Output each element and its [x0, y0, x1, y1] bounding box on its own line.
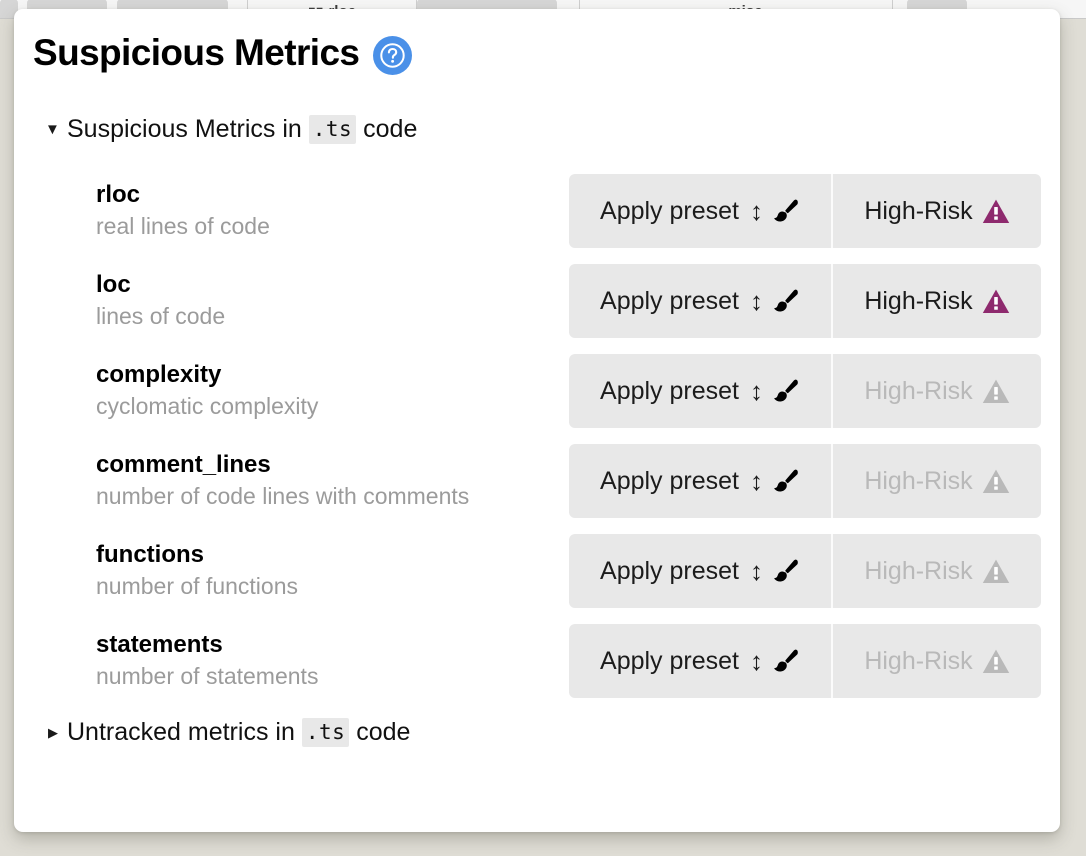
high-risk-label: High-Risk [864, 196, 973, 225]
metric-description: real lines of code [96, 212, 270, 239]
apply-preset-button[interactable]: Apply preset ↕ [569, 624, 831, 698]
file-extension-badge: .ts [308, 115, 357, 144]
up-down-arrow-icon: ↕ [749, 196, 763, 226]
metric-info: functions number of functions [33, 541, 298, 600]
metric-actions: Apply preset ↕ High-Risk [569, 354, 1041, 428]
up-down-arrow-icon: ↕ [749, 376, 763, 406]
metric-name: functions [96, 541, 204, 569]
paintbrush-icon [772, 557, 800, 585]
question-mark-circle-icon[interactable] [373, 36, 413, 75]
up-down-arrow-icon: ↕ [749, 466, 763, 496]
disclosure-text-after: code [356, 718, 411, 746]
metric-row: complexity cyclomatic complexity Apply p… [33, 346, 1041, 436]
metric-actions: Apply preset ↕ High-Risk [569, 534, 1041, 608]
metric-info: loc lines of code [33, 271, 225, 330]
apply-preset-label: Apply preset [600, 556, 739, 585]
metric-row: comment_lines number of code lines with … [33, 436, 1041, 526]
metric-name: complexity [96, 361, 222, 389]
disclosure-text-before: Suspicious Metrics in [67, 115, 302, 143]
high-risk-label: High-Risk [864, 286, 973, 315]
metric-description: lines of code [96, 302, 226, 329]
apply-preset-button[interactable]: Apply preset ↕ [569, 354, 831, 428]
apply-preset-label: Apply preset [600, 286, 739, 315]
metric-row: loc lines of code Apply preset ↕ High-Ri… [33, 256, 1041, 346]
paintbrush-icon [772, 377, 800, 405]
apply-preset-label: Apply preset [600, 196, 739, 225]
high-risk-button: High-Risk [831, 624, 1041, 698]
apply-preset-label: Apply preset [600, 376, 739, 405]
up-down-arrow-icon: ↕ [749, 556, 763, 586]
metric-description: cyclomatic complexity [96, 392, 319, 419]
panel-header: Suspicious Metrics [14, 9, 1060, 75]
metric-info: complexity cyclomatic complexity [33, 361, 318, 420]
high-risk-button[interactable]: High-Risk [831, 174, 1041, 248]
high-risk-button: High-Risk [831, 444, 1041, 518]
metric-actions: Apply preset ↕ High-Risk [569, 264, 1041, 338]
apply-preset-label: Apply preset [600, 646, 739, 675]
paintbrush-icon [772, 287, 800, 315]
chevron-down-icon: ▼ [45, 121, 60, 138]
high-risk-label: High-Risk [864, 466, 973, 495]
metric-description: number of code lines with comments [96, 482, 470, 509]
up-down-arrow-icon: ↕ [749, 286, 763, 316]
warning-triangle-icon [982, 378, 1010, 405]
page-title: Suspicious Metrics [33, 31, 360, 73]
file-extension-badge: .ts [301, 718, 350, 747]
metric-name: statements [96, 631, 223, 659]
disclosure-suspicious-metrics[interactable]: ▼ Suspicious Metrics in .ts code [14, 115, 1060, 144]
metric-actions: Apply preset ↕ High-Risk [569, 174, 1041, 248]
metric-name: loc [96, 271, 131, 299]
warning-triangle-icon [982, 198, 1010, 225]
disclosure-untracked-metrics[interactable]: ▶ Untracked metrics in .ts code [14, 718, 1060, 747]
up-down-arrow-icon: ↕ [749, 646, 763, 676]
metric-name: rloc [96, 181, 141, 209]
high-risk-label: High-Risk [864, 556, 973, 585]
paintbrush-icon [772, 647, 800, 675]
metric-description: number of statements [96, 662, 319, 689]
metric-info: comment_lines number of code lines with … [33, 451, 469, 510]
metric-info: rloc real lines of code [33, 181, 270, 240]
paintbrush-icon [772, 467, 800, 495]
high-risk-button: High-Risk [831, 534, 1041, 608]
paintbrush-icon [772, 197, 800, 225]
warning-triangle-icon [982, 288, 1010, 315]
metric-actions: Apply preset ↕ High-Risk [569, 624, 1041, 698]
metric-row: rloc real lines of code Apply preset ↕ H… [33, 166, 1041, 256]
chevron-right-icon: ▶ [48, 725, 58, 740]
suspicious-metrics-panel: Suspicious Metrics ▼ Suspicious Metrics … [14, 9, 1060, 832]
metric-info: statements number of statements [33, 631, 318, 690]
apply-preset-button[interactable]: Apply preset ↕ [569, 444, 831, 518]
apply-preset-label: Apply preset [600, 466, 739, 495]
metric-list: rloc real lines of code Apply preset ↕ H… [14, 166, 1060, 706]
metric-description: number of functions [96, 572, 299, 599]
metric-name: comment_lines [96, 451, 271, 479]
apply-preset-button[interactable]: Apply preset ↕ [569, 534, 831, 608]
high-risk-button[interactable]: High-Risk [831, 264, 1041, 338]
warning-triangle-icon [982, 468, 1010, 495]
apply-preset-button[interactable]: Apply preset ↕ [569, 174, 831, 248]
warning-triangle-icon [982, 648, 1010, 675]
high-risk-label: High-Risk [864, 646, 973, 675]
metric-actions: Apply preset ↕ High-Risk [569, 444, 1041, 518]
warning-triangle-icon [982, 558, 1010, 585]
high-risk-label: High-Risk [864, 376, 973, 405]
metric-row: functions number of functions Apply pres… [33, 526, 1041, 616]
disclosure-text-before: Untracked metrics in [67, 718, 295, 746]
apply-preset-button[interactable]: Apply preset ↕ [569, 264, 831, 338]
high-risk-button: High-Risk [831, 354, 1041, 428]
metric-row: statements number of statements Apply pr… [33, 616, 1041, 706]
disclosure-text-after: code [363, 115, 418, 143]
